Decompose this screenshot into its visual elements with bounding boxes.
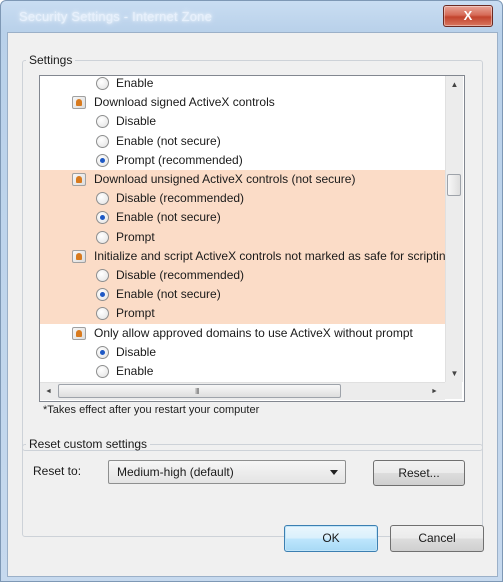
settings-tree: Enable Download signed ActiveX controls Di… (40, 76, 445, 382)
security-settings-dialog: Security Settings - Internet Zone X Sett… (0, 0, 503, 582)
dropdown-arrow-icon (330, 470, 338, 475)
scroll-up-button[interactable]: ▲ (446, 76, 463, 93)
arrow-down-icon: ▼ (450, 369, 459, 378)
setting-option-label: Prompt (116, 229, 155, 244)
settings-listbox[interactable]: Enable Download signed ActiveX controls Di… (39, 75, 465, 402)
radio-selected-icon[interactable] (96, 153, 109, 167)
reset-level-dropdown[interactable]: Medium-high (default) (108, 460, 346, 484)
setting-option-label: Disable (116, 114, 157, 129)
setting-option-label: Enable (116, 364, 154, 378)
radio-unselected-icon[interactable] (96, 230, 109, 244)
setting-category-label: Download unsigned ActiveX controls (not … (94, 172, 356, 186)
radio-selected-icon[interactable] (96, 345, 109, 359)
setting-option-label: Enable (not secure) (116, 210, 221, 225)
close-button[interactable]: X (443, 5, 493, 27)
scrollbar-corner (445, 382, 462, 399)
setting-option-label: Disable (recommended) (116, 191, 245, 206)
setting-option-label: Prompt (116, 306, 155, 321)
activex-setting-icon (72, 249, 86, 263)
setting-category-label: Initialize and script ActiveX controls n… (94, 248, 445, 263)
vertical-scroll-thumb[interactable] (447, 174, 461, 196)
title-bar[interactable]: Security Settings - Internet Zone X (1, 1, 503, 33)
reset-button[interactable]: Reset... (373, 460, 465, 486)
activex-setting-icon (72, 326, 86, 340)
radio-unselected-icon[interactable] (96, 77, 109, 90)
arrow-up-icon: ▲ (450, 80, 459, 89)
scroll-right-button[interactable]: ► (426, 383, 443, 400)
activex-setting-icon (72, 96, 86, 110)
radio-unselected-icon[interactable] (96, 134, 109, 148)
reset-custom-settings-group: Reset custom settings (22, 437, 483, 537)
setting-option-label: Disable (116, 344, 157, 359)
setting-option-label: Disable (recommended) (116, 268, 245, 282)
setting-option-label: Enable (116, 76, 154, 90)
scroll-down-button[interactable]: ▼ (446, 365, 463, 382)
reset-to-label: Reset to: (33, 464, 82, 478)
horizontal-scrollbar[interactable]: ◄ III ► (40, 382, 445, 400)
radio-unselected-icon[interactable] (96, 115, 109, 129)
close-icon: X (463, 8, 473, 23)
radio-unselected-icon[interactable] (96, 365, 109, 378)
reset-level-value: Medium-high (default) (117, 465, 234, 479)
restart-note: *Takes effect after you restart your com… (43, 404, 260, 416)
arrow-right-icon: ► (431, 388, 438, 395)
grip-icon: III (195, 387, 200, 396)
ok-button[interactable]: OK (284, 525, 378, 552)
horizontal-scroll-thumb[interactable]: III (58, 384, 341, 398)
setting-option-label: Enable (not secure) (116, 133, 221, 148)
settings-group-label: Settings (29, 53, 73, 67)
cancel-button[interactable]: Cancel (390, 525, 484, 552)
setting-category-label: Download signed ActiveX controls (94, 95, 275, 110)
radio-unselected-icon[interactable] (96, 269, 109, 282)
reset-group-label: Reset custom settings (29, 437, 148, 451)
setting-category-label: Only allow approved domains to use Activ… (94, 325, 413, 340)
setting-option-label: Prompt (recommended) (116, 152, 243, 167)
vertical-scrollbar[interactable]: ▲ ▼ (445, 76, 463, 382)
activex-setting-icon (72, 173, 86, 186)
window-title: Security Settings - Internet Zone (19, 9, 213, 24)
scroll-left-button[interactable]: ◄ (40, 383, 57, 400)
setting-option-label: Enable (not secure) (116, 287, 221, 302)
arrow-left-icon: ◄ (45, 388, 52, 395)
